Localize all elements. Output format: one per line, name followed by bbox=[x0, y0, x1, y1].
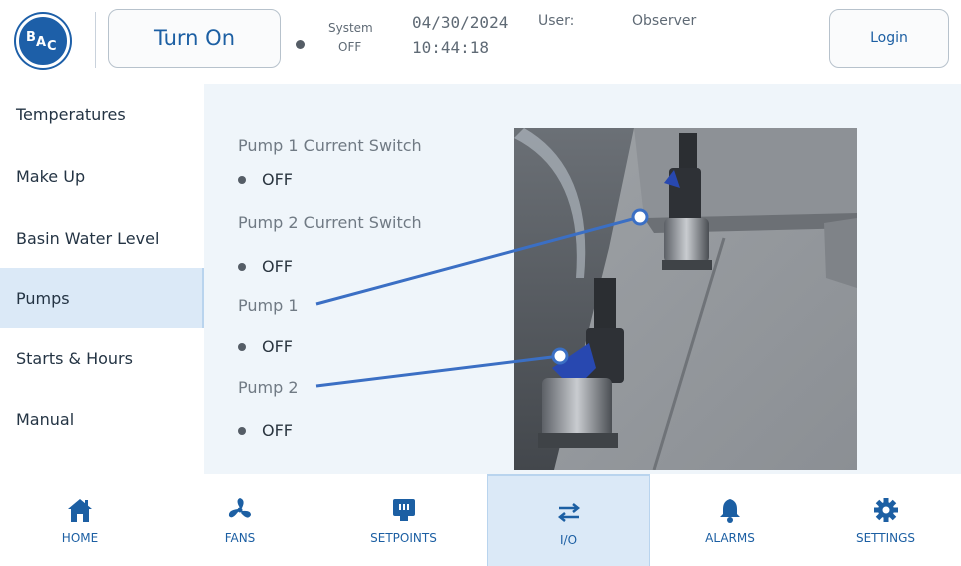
nav-label: HOME bbox=[61, 531, 99, 545]
nav-label: SETPOINTS bbox=[370, 531, 437, 545]
nav-setpoints[interactable]: SETPOINTS bbox=[320, 474, 487, 566]
bottom-navigation: HOME FANS SETPOINTS I/O ALARMS SETTINGS bbox=[0, 474, 961, 566]
nav-io[interactable]: I/O bbox=[487, 474, 650, 566]
nav-settings[interactable]: SETTINGS bbox=[810, 474, 961, 566]
nav-label: FANS bbox=[224, 531, 256, 545]
bell-icon bbox=[720, 499, 740, 523]
nav-label: I/O bbox=[559, 533, 578, 547]
nav-home[interactable]: HOME bbox=[0, 474, 160, 566]
io-arrows-icon bbox=[557, 503, 580, 522]
home-icon bbox=[68, 499, 92, 522]
callout-marker-pump1 bbox=[631, 208, 649, 226]
gear-icon bbox=[873, 498, 898, 522]
nav-label: ALARMS bbox=[705, 531, 755, 545]
fan-icon bbox=[228, 498, 251, 518]
nav-fans[interactable]: FANS bbox=[160, 474, 320, 566]
callout-line-pump2 bbox=[315, 354, 561, 388]
callout-line-pump1 bbox=[315, 215, 641, 306]
nav-label: SETTINGS bbox=[855, 531, 916, 545]
nav-alarms[interactable]: ALARMS bbox=[650, 474, 810, 566]
setpoints-icon bbox=[392, 499, 415, 521]
callout-marker-pump2 bbox=[551, 347, 569, 365]
